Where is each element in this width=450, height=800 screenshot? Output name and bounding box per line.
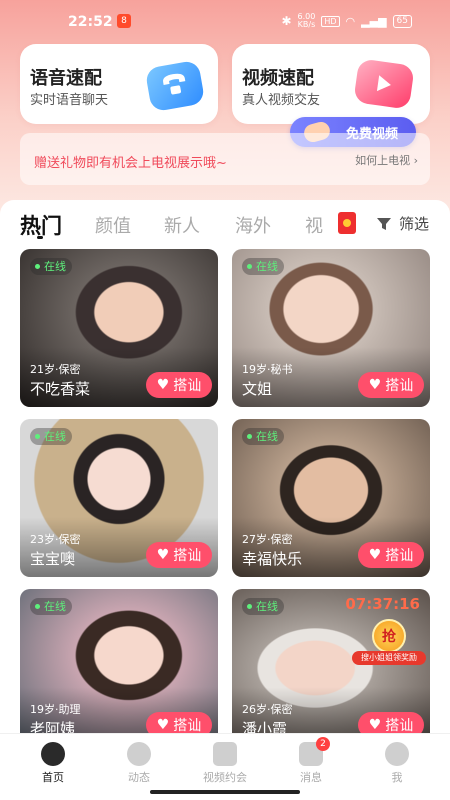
filter-label: 筛选 (399, 215, 430, 233)
user-meta: 21岁·保密 (30, 363, 81, 376)
user-card[interactable]: 在线 21岁·保密 不吃香菜 ♥ 搭讪 (20, 249, 218, 407)
user-meta: 23岁·保密 (30, 533, 81, 546)
user-meta: 19岁·秘书 (242, 363, 293, 376)
tab-video[interactable]: 视 (305, 212, 323, 238)
heart-icon: ♥ (156, 547, 170, 563)
user-card[interactable]: 在线 19岁·秘书 文姐 ♥ 搭讪 (232, 249, 430, 407)
nav-profile-label: 我 (391, 771, 403, 784)
nav-profile[interactable]: 我 (367, 742, 427, 785)
nav-video-date-label: 视频约会 (203, 771, 247, 784)
filter-button[interactable]: 筛选 (377, 213, 429, 234)
battery-icon: 65 (392, 14, 412, 28)
chat-up-button[interactable]: ♥ 搭讪 (358, 542, 424, 568)
chat-up-label: 搭讪 (173, 548, 202, 564)
nav-home[interactable]: 首页 (23, 742, 83, 785)
speed-unit: KB/s (297, 20, 316, 29)
video-date-icon (213, 742, 237, 766)
filter-icon (377, 217, 391, 230)
voice-match-title: 语音速配 (30, 68, 102, 89)
video-match-subtitle: 真人视频交友 (242, 93, 321, 108)
chat-up-label: 搭讪 (385, 378, 414, 394)
chat-up-label: 搭讪 (173, 718, 202, 734)
voice-match-card[interactable]: 语音速配 实时语音聊天 (20, 44, 218, 124)
nav-moments-label: 动态 (128, 771, 150, 784)
online-badge: 在线 (30, 258, 72, 275)
heart-icon: ♥ (368, 717, 382, 733)
nav-home-label: 首页 (42, 771, 64, 784)
tab-active-indicator (37, 236, 43, 239)
heart-icon: ♥ (368, 377, 382, 393)
user-meta: 26岁·保密 (242, 703, 293, 716)
network-speed: 6.00 KB/s (298, 13, 316, 29)
chat-up-button[interactable]: ♥ 搭讪 (146, 542, 212, 568)
user-name: 不吃香菜 (30, 380, 91, 398)
nav-messages[interactable]: 消息 (281, 742, 341, 785)
tab-new[interactable]: 新人 (164, 212, 200, 238)
user-card[interactable]: 在线 07:37:16 抢 搜小姐姐领奖励 26岁·保密 潘小霞 ♥ 搭讪 (232, 589, 430, 747)
user-meta: 27岁·保密 (242, 533, 293, 546)
profile-icon (385, 742, 409, 766)
home-indicator (150, 790, 300, 794)
how-to-tv-link[interactable]: 如何上电视 › (355, 152, 418, 168)
chat-up-button[interactable]: ♥ 搭讪 (358, 372, 424, 398)
chat-up-label: 搭讪 (385, 718, 414, 734)
user-meta: 19岁·助理 (30, 703, 81, 716)
hd-icon: HD (321, 15, 340, 27)
home-icon (41, 742, 65, 766)
chat-up-label: 搭讪 (385, 548, 414, 564)
voice-match-subtitle: 实时语音聊天 (30, 93, 109, 108)
how-to-tv-label: 如何上电视 (355, 154, 411, 167)
grab-icon: 抢 (372, 619, 406, 653)
chat-up-button[interactable]: ♥ 搭讪 (146, 372, 212, 398)
user-name: 文姐 (242, 380, 273, 398)
video-match-title: 视频速配 (242, 68, 314, 89)
grab-reward-text: 搜小姐姐领奖励 (352, 651, 426, 665)
user-card[interactable]: 在线 23岁·保密 宝宝噢 ♥ 搭讪 (20, 419, 218, 577)
moments-icon (127, 742, 151, 766)
user-card[interactable]: 在线 27岁·保密 幸福快乐 ♥ 搭讪 (232, 419, 430, 577)
grab-reward-badge[interactable]: 抢 搜小姐姐领奖励 (352, 619, 426, 669)
user-name: 宝宝噢 (30, 550, 76, 568)
red-packet-icon[interactable] (338, 212, 356, 234)
tab-overseas[interactable]: 海外 (235, 212, 271, 238)
video-play-icon (353, 58, 415, 110)
heart-icon: ♥ (156, 377, 170, 393)
gift-tv-banner[interactable]: 赠送礼物即有机会上电视展示哦~ 如何上电视 › (20, 133, 430, 185)
chat-up-label: 搭讪 (173, 378, 202, 394)
nav-video-date[interactable]: 视频约会 (195, 742, 255, 785)
user-card[interactable]: 在线 19岁·助理 老阿姨 ♥ 搭讪 (20, 589, 218, 747)
online-badge: 在线 (30, 428, 72, 445)
chevron-right-icon: › (413, 154, 418, 167)
online-badge: 在线 (242, 428, 284, 445)
status-bar: 22:52 8 ✱ 6.00 KB/s HD ◠ ▂▄▆ 65 (0, 0, 450, 42)
user-name: 幸福快乐 (242, 550, 303, 568)
status-time: 22:52 (68, 14, 113, 30)
online-badge: 在线 (30, 598, 72, 615)
online-badge: 在线 (242, 258, 284, 275)
nav-moments[interactable]: 动态 (109, 742, 169, 785)
nav-messages-label: 消息 (300, 771, 322, 784)
signal-icon: ▂▄▆ (361, 14, 387, 28)
wifi-icon: ◠ (345, 14, 356, 28)
app-notification-icon: 8 (117, 14, 131, 28)
video-match-card[interactable]: 视频速配 真人视频交友 (232, 44, 430, 124)
heart-icon: ♥ (368, 547, 382, 563)
bluetooth-icon: ✱ (281, 14, 292, 28)
heart-icon: ♥ (156, 717, 170, 733)
gift-banner-text: 赠送礼物即有机会上电视展示哦~ (34, 156, 227, 171)
online-badge: 在线 (242, 598, 284, 615)
countdown-timer: 07:37:16 (345, 595, 420, 613)
tab-looks[interactable]: 颜值 (95, 212, 131, 238)
phone-icon (144, 59, 206, 113)
message-count-badge: 2 (316, 737, 330, 751)
